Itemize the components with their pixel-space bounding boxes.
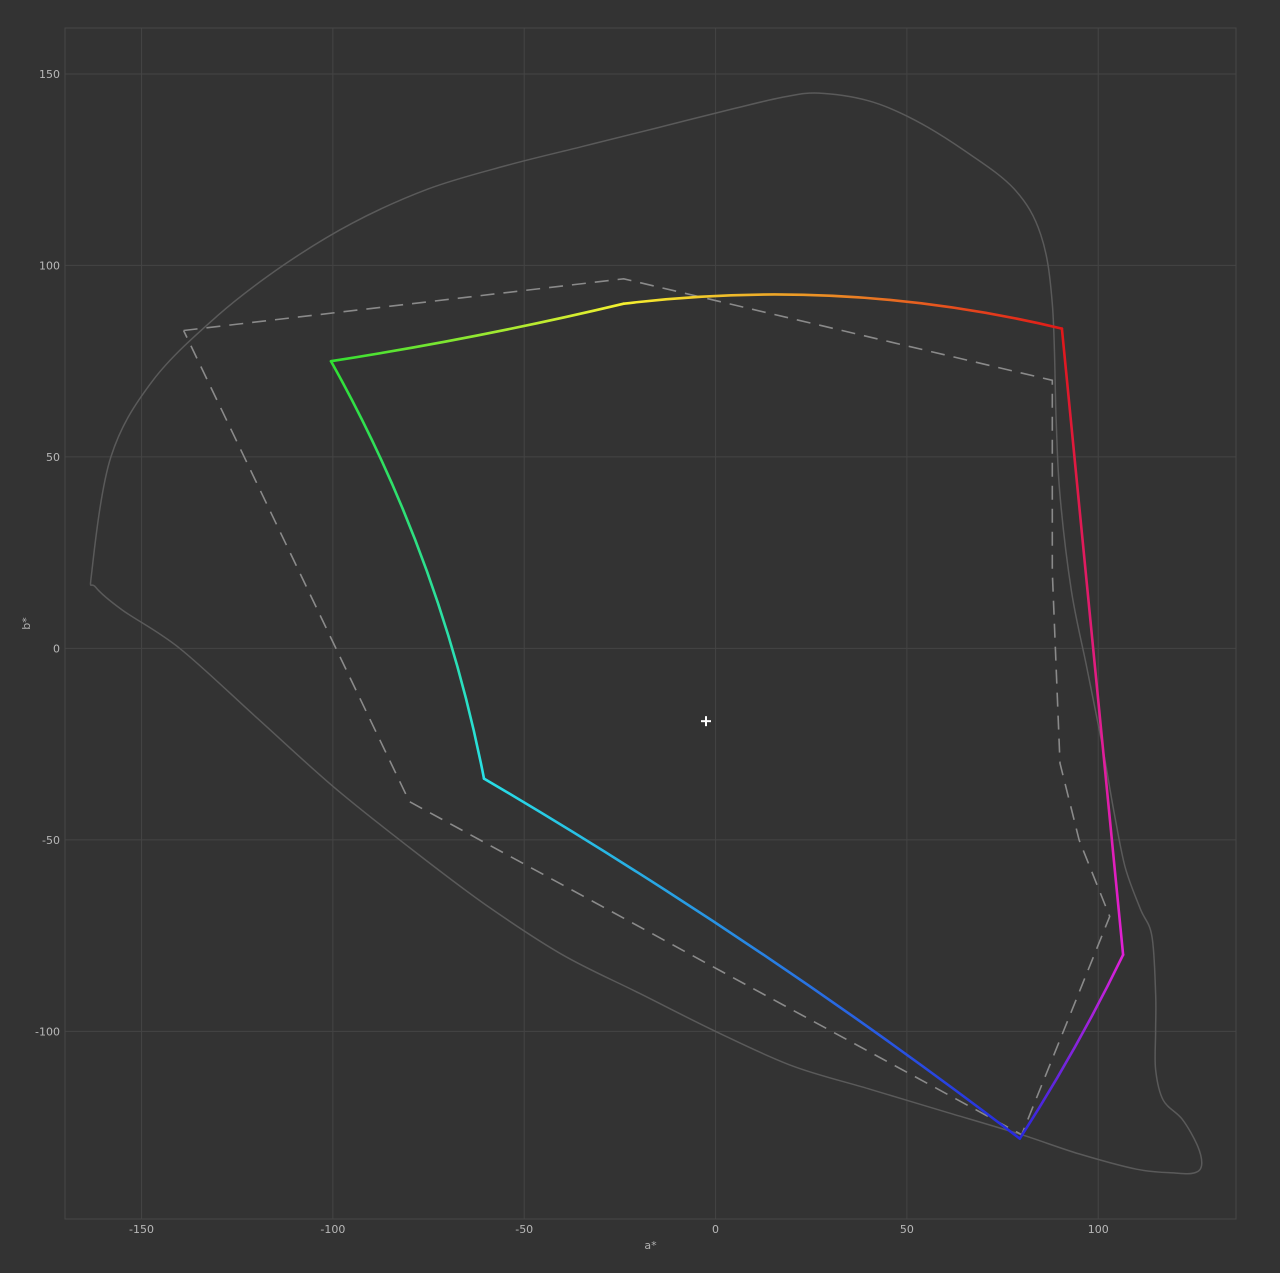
spectral-locus-line xyxy=(89,92,1203,1175)
x-tick-label: -150 xyxy=(129,1223,154,1236)
x-tick-label: -50 xyxy=(515,1223,533,1236)
x-tick-label: -100 xyxy=(320,1223,345,1236)
gamut-edge xyxy=(1060,327,1125,957)
tick-labels: -150 -100 -50 0 50 100 150 100 50 0 -50 -100 xyxy=(35,68,1109,1236)
y-tick-label: 150 xyxy=(39,68,60,81)
x-tick-label: 50 xyxy=(900,1223,914,1236)
y-axis-label: b* xyxy=(20,617,33,630)
y-tick-label: -100 xyxy=(35,1025,60,1038)
y-tick-label: 50 xyxy=(46,451,60,464)
lab-gamut-chart: -150 -100 -50 0 50 100 150 100 50 0 -50 -100 a* b* xyxy=(20,27,1237,1252)
x-tick-label: 0 xyxy=(712,1223,719,1236)
gamut-edge xyxy=(622,293,1064,330)
reference-gamut-line xyxy=(182,277,1111,1136)
series-layer xyxy=(89,92,1203,1175)
grid-lines xyxy=(65,28,1236,1219)
device-gamut-line xyxy=(329,293,1125,1140)
plot-area-frame xyxy=(64,27,1237,1220)
gamut-edge xyxy=(329,302,625,363)
y-tick-label: 0 xyxy=(53,642,60,655)
y-tick-label: 100 xyxy=(39,259,60,272)
gamut-edge xyxy=(1018,953,1125,1140)
white-point-marker xyxy=(700,716,711,727)
gamut-edge xyxy=(329,359,486,780)
y-tick-label: -50 xyxy=(42,834,60,847)
x-tick-label: 100 xyxy=(1088,1223,1109,1236)
gamut-edge xyxy=(482,777,1022,1140)
x-axis-label: a* xyxy=(644,1239,657,1252)
